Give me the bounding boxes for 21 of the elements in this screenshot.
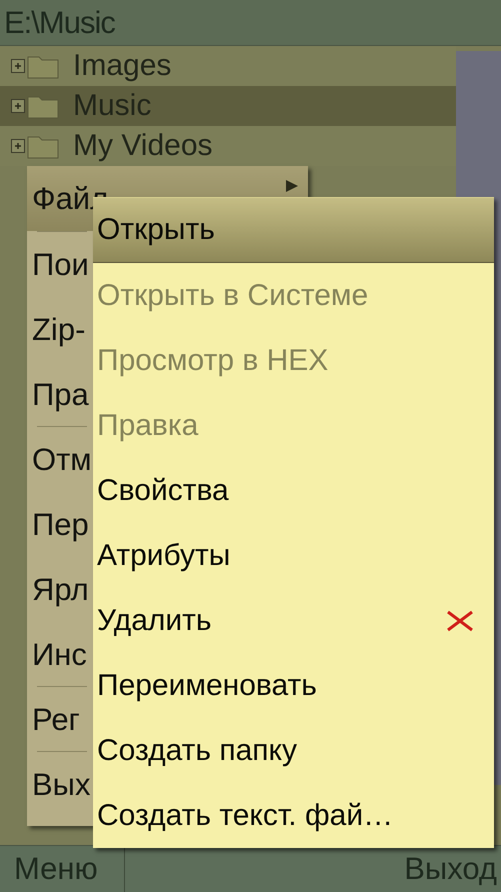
menu-item[interactable]: Свойства [93, 458, 494, 523]
menu-item[interactable]: Пер [27, 492, 93, 557]
menu-item[interactable]: Создать текст. фай… [93, 783, 494, 848]
menu-item[interactable]: Пои [27, 232, 93, 297]
window-title: E:\Music [4, 7, 115, 38]
menu-item[interactable]: Вых [27, 752, 93, 817]
menu-item[interactable]: Zip- [27, 297, 93, 362]
menu-item[interactable]: Пра [27, 362, 93, 426]
menu-item[interactable]: Открыть [93, 198, 494, 263]
menu-item[interactable]: Инс [27, 622, 93, 686]
expand-icon[interactable] [11, 139, 25, 153]
expand-icon[interactable] [11, 99, 25, 113]
menu-item[interactable]: Удалить [93, 588, 494, 653]
menu-item[interactable]: Рег [27, 687, 93, 751]
menu-item[interactable]: Создать папку [93, 718, 494, 783]
menu-item[interactable]: Отм [27, 427, 93, 492]
menu-item[interactable]: Переименовать [93, 653, 494, 718]
cross-icon [446, 610, 474, 632]
menu-item[interactable]: Атрибуты [93, 523, 494, 588]
menu-item[interactable]: Ярл [27, 557, 93, 622]
expand-icon[interactable] [11, 59, 25, 73]
